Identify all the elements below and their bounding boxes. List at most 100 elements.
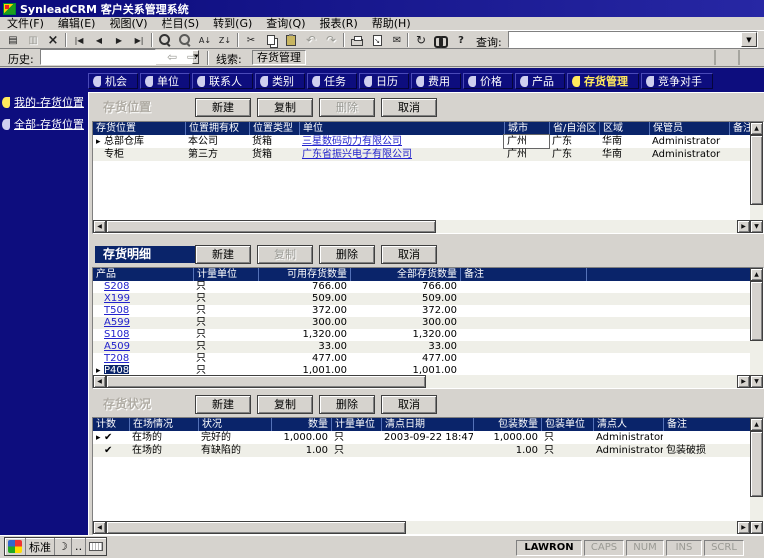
first-record-button[interactable]: |◀ <box>69 32 89 48</box>
tab-task[interactable]: 任务 <box>307 73 357 89</box>
column-header[interactable]: 清点日期 <box>381 418 473 431</box>
product-link[interactable]: X199 <box>104 293 130 304</box>
location-delete-button[interactable]: 删除 <box>319 98 375 117</box>
query-combobox[interactable]: ▼ <box>508 31 758 48</box>
menu-columns[interactable]: 栏目(S) <box>155 17 207 31</box>
mail-button[interactable]: ✉ <box>387 32 407 48</box>
location-hscrollbar[interactable]: ◀ ▶ <box>93 220 750 233</box>
last-record-button[interactable]: ▶| <box>129 32 149 48</box>
tab-opportunity[interactable]: 机会 <box>88 73 138 89</box>
scroll-right-button[interactable]: ▶ <box>737 220 750 233</box>
table-row[interactable]: A599 只 300.00 300.00 <box>93 317 750 329</box>
ime-fullhalf-button[interactable]: ☽ <box>55 538 72 555</box>
tab-calendar[interactable]: 日历 <box>359 73 409 89</box>
product-link[interactable]: S108 <box>104 329 129 340</box>
column-header[interactable]: 状况 <box>198 418 271 431</box>
table-row[interactable]: 专柜 第三方 货箱 广东省振兴电子有限公司 广州 广东 华南 Administr… <box>93 148 750 161</box>
column-header[interactable]: 位置类型 <box>249 122 299 135</box>
column-header[interactable]: 计量单位 <box>193 268 258 281</box>
search-button[interactable] <box>155 32 175 48</box>
export-button[interactable]: ↘ <box>367 32 387 48</box>
status-new-button[interactable]: 新建 <box>195 395 251 414</box>
product-link[interactable]: S208 <box>104 281 129 292</box>
scroll-up-button[interactable]: ▲ <box>750 122 763 135</box>
history-back-button[interactable]: ⇦ <box>163 50 181 66</box>
tab-category[interactable]: 类别 <box>255 73 305 89</box>
column-header[interactable]: 区域 <box>599 122 649 135</box>
column-header[interactable]: 备注 <box>460 268 586 281</box>
menu-report[interactable]: 报表(R) <box>313 17 365 31</box>
detail-cancel-button[interactable]: 取消 <box>381 245 437 264</box>
scroll-left-button[interactable]: ◀ <box>93 521 106 534</box>
column-header[interactable]: 产品 <box>93 268 193 281</box>
scroll-thumb[interactable] <box>106 220 436 233</box>
history-combobox[interactable]: ▼ <box>40 49 200 65</box>
scroll-thumb[interactable] <box>106 521 406 534</box>
menu-view[interactable]: 视图(V) <box>102 17 154 31</box>
product-link[interactable]: T508 <box>104 305 129 316</box>
scroll-thumb[interactable] <box>750 431 763 497</box>
help-button[interactable]: ? <box>451 32 471 48</box>
query-input[interactable] <box>509 32 741 47</box>
scroll-left-button[interactable]: ◀ <box>93 375 106 388</box>
location-copy-button[interactable]: 复制 <box>257 98 313 117</box>
table-row[interactable]: S208 只 766.00 766.00 <box>93 281 750 293</box>
ime-softkbd-button[interactable] <box>86 538 106 555</box>
copy-button[interactable] <box>261 32 281 48</box>
column-header[interactable]: 可用存货数量 <box>258 268 350 281</box>
menu-edit[interactable]: 编辑(E) <box>51 17 103 31</box>
menu-query[interactable]: 查询(Q) <box>259 17 312 31</box>
unit-link[interactable]: 三星数码动力有限公司 <box>302 136 402 147</box>
location-vscrollbar[interactable]: ▲ ▼ <box>750 122 763 233</box>
cell-city-focused[interactable]: 广州 <box>503 134 550 149</box>
column-header[interactable]: 包装数量 <box>473 418 541 431</box>
report-icon[interactable] <box>714 50 716 65</box>
column-header[interactable]: 备注 <box>663 418 750 431</box>
column-header[interactable]: 保管员 <box>649 122 729 135</box>
scroll-thumb[interactable] <box>750 135 763 205</box>
refresh-button[interactable]: ↻ <box>411 32 431 48</box>
detail-new-button[interactable]: 新建 <box>195 245 251 264</box>
column-header[interactable]: 清点人 <box>593 418 663 431</box>
column-header[interactable]: 省/自治区 <box>549 122 599 135</box>
history-forward-button[interactable]: ⇨ <box>183 50 201 66</box>
table-row[interactable]: X199 只 509.00 509.00 <box>93 293 750 305</box>
product-link[interactable]: T208 <box>104 353 129 364</box>
status-cancel-button[interactable]: 取消 <box>381 395 437 414</box>
table-row[interactable]: ▸ 总部仓库 本公司 货箱 三星数码动力有限公司 广州 广东 华南 Adminis… <box>93 134 750 149</box>
table-row[interactable]: A509 只 33.00 33.00 <box>93 341 750 353</box>
status-copy-button[interactable]: 复制 <box>257 395 313 414</box>
status-vscrollbar[interactable]: ▲ ▼ <box>750 418 763 534</box>
detail-vscrollbar[interactable]: ▲ ▼ <box>750 268 763 388</box>
detail-hscrollbar[interactable]: ◀ ▶ <box>93 375 750 388</box>
scroll-right-button[interactable]: ▶ <box>737 521 750 534</box>
table-row[interactable]: ▸ ✔ 在场的 完好的 1,000.00 只 2003-09-22 18:47 1… <box>93 431 750 444</box>
scroll-thumb[interactable] <box>106 375 426 388</box>
tab-competitor[interactable]: 竞争对手 <box>641 73 713 89</box>
column-header[interactable]: 数量 <box>271 418 331 431</box>
sort-asc-button[interactable]: A↓ <box>195 32 215 48</box>
paste-button[interactable] <box>281 32 301 48</box>
column-header[interactable]: 位置拥有权 <box>185 122 249 135</box>
sidebar-item-my-locations[interactable]: 我的-存货位置 <box>2 94 86 110</box>
column-header[interactable]: 备注 <box>729 122 750 135</box>
preview-button[interactable] <box>175 32 195 48</box>
prev-record-button[interactable]: ◀ <box>89 32 109 48</box>
status-hscrollbar[interactable]: ◀ ▶ <box>93 521 750 534</box>
column-header[interactable]: 单位 <box>299 122 504 135</box>
sort-desc-button[interactable]: Z↓ <box>215 32 235 48</box>
scroll-down-button[interactable]: ▼ <box>750 220 763 233</box>
print-button[interactable] <box>347 32 367 48</box>
column-header[interactable]: 存货位置 <box>93 122 185 135</box>
scroll-thumb[interactable] <box>750 281 763 341</box>
ime-punct-button[interactable]: ‥ <box>72 538 87 555</box>
scroll-right-button[interactable]: ▶ <box>737 375 750 388</box>
menu-help[interactable]: 帮助(H) <box>365 17 418 31</box>
scroll-up-button[interactable]: ▲ <box>750 418 763 431</box>
status-delete-button[interactable]: 删除 <box>319 395 375 414</box>
location-cancel-button[interactable]: 取消 <box>381 98 437 117</box>
new-record-button[interactable]: ▤ <box>3 32 23 48</box>
tab-contact[interactable]: 联系人 <box>192 73 253 89</box>
tab-price[interactable]: 价格 <box>463 73 513 89</box>
tab-unit[interactable]: 单位 <box>140 73 190 89</box>
